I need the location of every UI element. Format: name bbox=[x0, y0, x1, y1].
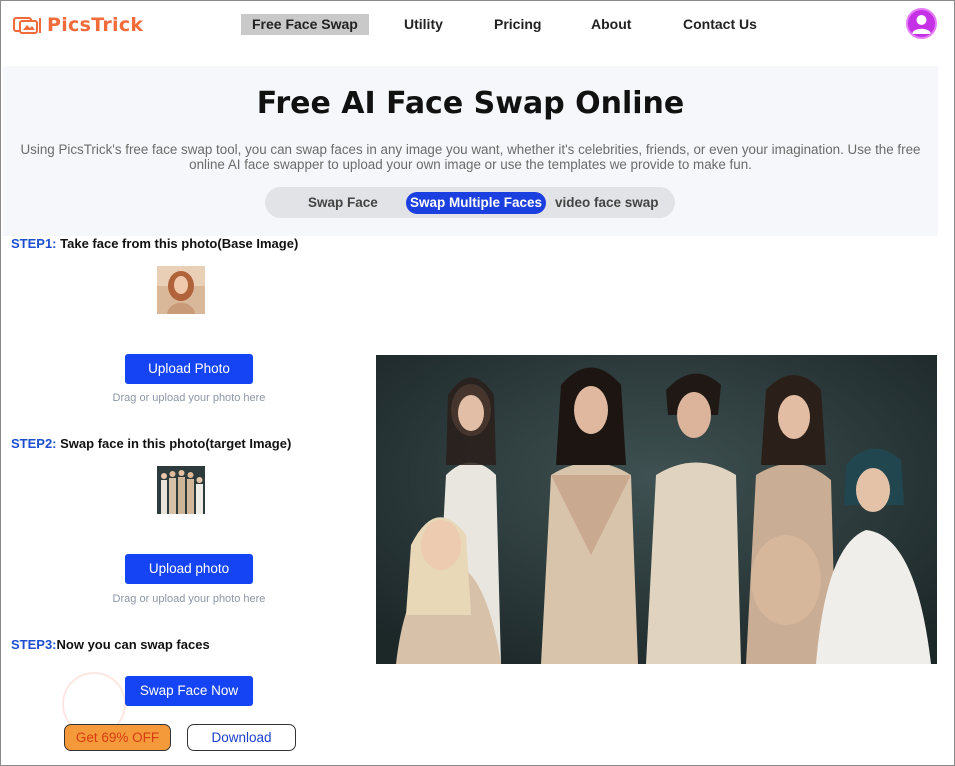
upload-target-photo-button[interactable]: Upload photo bbox=[125, 554, 253, 584]
step1-heading: STEP1: Take face from this photo(Base Im… bbox=[11, 236, 298, 251]
hero-section: Free AI Face Swap Online Using PicsTrick… bbox=[3, 66, 938, 236]
result-preview-image bbox=[376, 355, 937, 664]
user-icon bbox=[912, 15, 931, 34]
get-discount-button[interactable]: Get 69% OFF bbox=[64, 724, 171, 751]
step3-number: STEP3: bbox=[11, 637, 57, 652]
nav-about[interactable]: About bbox=[591, 14, 631, 35]
download-button[interactable]: Download bbox=[187, 724, 296, 751]
base-image-thumbnail[interactable] bbox=[157, 266, 205, 314]
user-avatar-button[interactable] bbox=[906, 8, 937, 39]
base-upload-hint: Drag or upload your photo here bbox=[112, 392, 266, 404]
nav-free-face-swap[interactable]: Free Face Swap bbox=[241, 14, 369, 35]
nav-utility[interactable]: Utility bbox=[404, 14, 443, 35]
target-upload-hint: Drag or upload your photo here bbox=[112, 593, 266, 605]
step1-number: STEP1: bbox=[11, 236, 57, 251]
tab-swap-face[interactable]: Swap Face bbox=[308, 192, 378, 214]
brand-logo[interactable]: PicsTrick bbox=[13, 14, 143, 36]
step3-text: Now you can swap faces bbox=[56, 637, 210, 652]
nav-contact-us[interactable]: Contact Us bbox=[683, 14, 757, 35]
target-image-thumbnail[interactable] bbox=[157, 466, 205, 514]
mode-tabs: Swap Face Swap Multiple Faces video face… bbox=[265, 187, 675, 218]
page-title: Free AI Face Swap Online bbox=[256, 86, 685, 121]
nav-pricing[interactable]: Pricing bbox=[494, 14, 541, 35]
page-description: Using PicsTrick's free face swap tool, y… bbox=[20, 142, 921, 172]
step2-number: STEP2: bbox=[11, 436, 57, 451]
step1-text: Take face from this photo(Base Image) bbox=[60, 236, 299, 251]
tab-video-face-swap[interactable]: video face swap bbox=[555, 192, 659, 214]
tab-swap-multiple-faces[interactable]: Swap Multiple Faces bbox=[406, 192, 547, 214]
swap-face-now-button[interactable]: Swap Face Now bbox=[125, 676, 253, 706]
step2-text: Swap face in this photo(target Image) bbox=[60, 436, 292, 451]
upload-base-photo-button[interactable]: Upload Photo bbox=[125, 354, 253, 384]
step3-heading: STEP3:Now you can swap faces bbox=[11, 637, 210, 652]
step2-heading: STEP2: Swap face in this photo(target Im… bbox=[11, 436, 291, 451]
brand-name: PicsTrick bbox=[47, 14, 144, 36]
logo-icon bbox=[13, 15, 43, 35]
